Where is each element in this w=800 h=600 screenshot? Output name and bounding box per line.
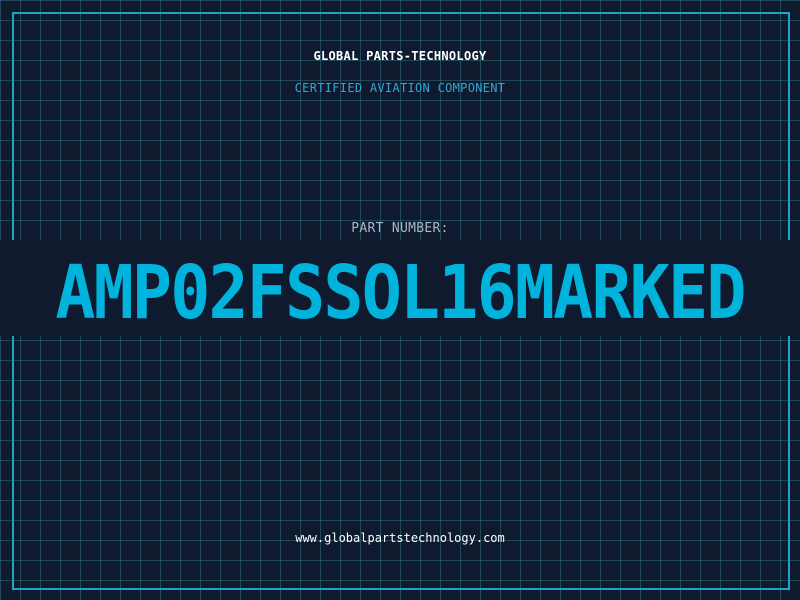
part-number-label: PART NUMBER: [351,221,449,236]
company-name: GLOBAL PARTS-TECHNOLOGY [313,49,487,63]
part-label-card: GLOBAL PARTS-TECHNOLOGY CERTIFIED AVIATI… [0,0,800,600]
website-url: www.globalpartstechnology.com [295,531,505,545]
part-number-value: AMP02FSSOL16MARKED [55,250,746,336]
certification-subtitle: CERTIFIED AVIATION COMPONENT [294,81,506,95]
